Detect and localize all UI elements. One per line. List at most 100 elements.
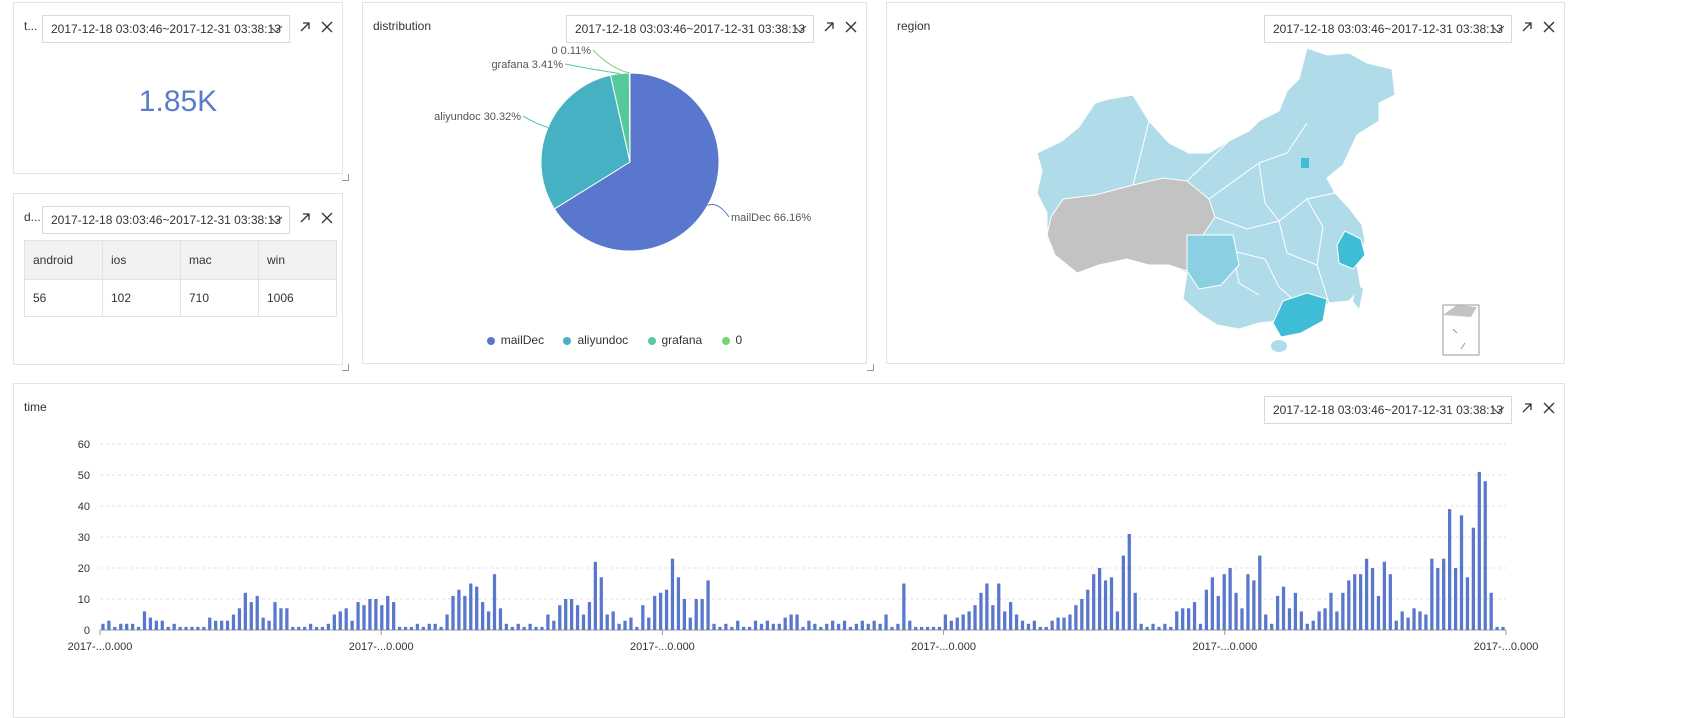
bar[interactable] — [1394, 620, 1398, 630]
bar[interactable] — [297, 626, 301, 630]
bar[interactable] — [136, 626, 141, 630]
bar[interactable] — [1317, 611, 1321, 630]
bar[interactable] — [1080, 599, 1084, 630]
bar[interactable] — [570, 599, 574, 630]
legend-item[interactable]: 0 — [721, 333, 742, 347]
resize-handle[interactable] — [342, 364, 349, 371]
bar[interactable] — [320, 626, 325, 630]
bar[interactable] — [635, 626, 639, 630]
bar[interactable] — [154, 620, 158, 630]
resize-handle[interactable] — [342, 174, 349, 181]
bar[interactable] — [943, 614, 948, 631]
bar[interactable] — [214, 620, 218, 630]
bar[interactable] — [1400, 611, 1404, 630]
bar[interactable] — [208, 617, 212, 630]
bar[interactable] — [291, 626, 295, 630]
bar[interactable] — [641, 605, 645, 630]
time-range-select[interactable]: 2017-12-18 03:03:46~2017-12-31 03:38:13 — [1264, 396, 1512, 424]
bar[interactable] — [1382, 561, 1387, 630]
bar[interactable] — [107, 620, 111, 630]
bar[interactable] — [902, 583, 906, 631]
bar[interactable] — [338, 611, 342, 630]
bar[interactable] — [1436, 568, 1440, 630]
bar[interactable] — [510, 626, 514, 630]
bar[interactable] — [1139, 623, 1143, 630]
bar[interactable] — [694, 599, 698, 630]
bar[interactable] — [1175, 611, 1179, 630]
bar[interactable] — [961, 614, 965, 631]
bar[interactable] — [498, 608, 503, 630]
bar[interactable] — [1157, 626, 1161, 630]
time-range-select[interactable]: 2017-12-18 03:03:46~2017-12-31 03:38:13 — [42, 206, 290, 234]
bar[interactable] — [1026, 623, 1031, 630]
bar[interactable] — [1418, 611, 1422, 630]
bar[interactable] — [142, 611, 147, 630]
expand-icon[interactable] — [297, 210, 313, 226]
bar[interactable] — [522, 626, 526, 630]
bar[interactable] — [332, 614, 336, 631]
bar[interactable] — [427, 623, 431, 630]
bar[interactable] — [1216, 595, 1220, 630]
bar[interactable] — [1388, 574, 1392, 630]
bar[interactable] — [1181, 608, 1185, 630]
bar[interactable] — [1062, 617, 1066, 630]
bar[interactable] — [119, 623, 123, 630]
bar[interactable] — [629, 617, 633, 630]
bar[interactable] — [937, 626, 942, 630]
bar[interactable] — [1151, 623, 1155, 630]
pie-slice[interactable] — [628, 72, 631, 163]
bar[interactable] — [451, 595, 455, 630]
bar[interactable] — [617, 623, 621, 630]
bar[interactable] — [949, 620, 953, 630]
bar[interactable] — [581, 614, 586, 631]
bar[interactable] — [190, 626, 194, 630]
bar[interactable] — [765, 620, 770, 630]
bar[interactable] — [1044, 626, 1048, 630]
bar[interactable] — [801, 626, 805, 630]
bar[interactable] — [504, 623, 509, 630]
bar[interactable] — [1412, 608, 1416, 630]
bar[interactable] — [1121, 555, 1125, 630]
bar[interactable] — [1311, 620, 1315, 630]
bar[interactable] — [243, 592, 247, 630]
bar[interactable] — [1032, 620, 1036, 630]
bar[interactable] — [825, 623, 829, 630]
close-icon[interactable] — [319, 19, 335, 35]
bar[interactable] — [1192, 602, 1197, 630]
bar[interactable] — [1364, 558, 1369, 630]
bar[interactable] — [481, 602, 485, 630]
bar[interactable] — [492, 574, 497, 630]
bar[interactable] — [1097, 568, 1102, 630]
bar[interactable] — [178, 626, 182, 630]
bar[interactable] — [783, 617, 787, 630]
bar[interactable] — [255, 595, 259, 630]
bar[interactable] — [807, 620, 811, 630]
bar[interactable] — [1453, 568, 1458, 630]
bar[interactable] — [854, 623, 859, 630]
bar[interactable] — [836, 623, 841, 630]
time-range-select[interactable]: 2017-12-18 03:03:46~2017-12-31 03:38:13 — [42, 15, 290, 43]
bar[interactable] — [1471, 527, 1476, 630]
bar[interactable] — [1145, 626, 1149, 630]
bar[interactable] — [1353, 574, 1357, 630]
bar[interactable] — [973, 605, 977, 630]
bar[interactable] — [1495, 626, 1499, 630]
bar[interactable] — [249, 602, 253, 630]
bar[interactable] — [1489, 592, 1493, 630]
bar[interactable] — [587, 602, 592, 630]
bar[interactable] — [308, 623, 313, 630]
bar[interactable] — [1074, 605, 1078, 630]
bar[interactable] — [1210, 577, 1214, 630]
bar[interactable] — [1341, 592, 1345, 630]
bar[interactable] — [670, 558, 675, 630]
bar[interactable] — [884, 614, 888, 631]
bar[interactable] — [1270, 623, 1274, 630]
bar[interactable] — [1359, 574, 1363, 630]
bar[interactable] — [231, 614, 236, 631]
bar[interactable] — [1186, 608, 1191, 630]
bar[interactable] — [380, 605, 384, 630]
bar[interactable] — [166, 626, 170, 630]
bar[interactable] — [759, 623, 764, 630]
bar[interactable] — [688, 617, 692, 630]
bar[interactable] — [1092, 574, 1096, 630]
